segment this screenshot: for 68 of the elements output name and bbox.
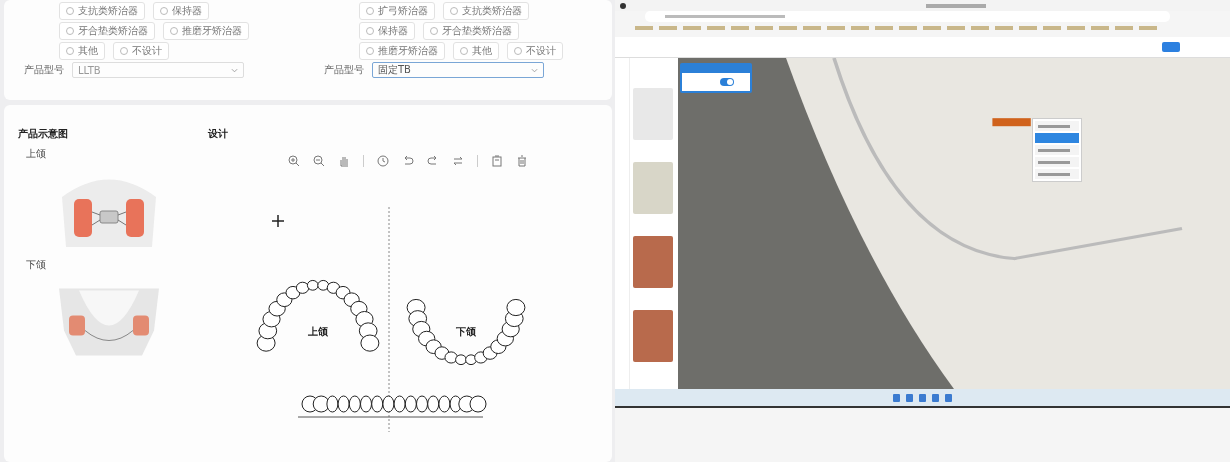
bookmark-item[interactable]	[683, 26, 701, 30]
bookmark-item[interactable]	[1115, 26, 1133, 30]
radio-option[interactable]: 牙合垫类矫治器	[423, 22, 519, 40]
bookmark-item[interactable]	[659, 26, 677, 30]
history-icon[interactable]	[377, 155, 389, 167]
radio-option[interactable]: 推磨牙矫治器	[163, 22, 249, 40]
radio-option[interactable]: 保持器	[153, 2, 209, 20]
bookmark-item[interactable]	[635, 26, 653, 30]
menu-item[interactable]	[1035, 121, 1079, 131]
bookmark-item[interactable]	[1091, 26, 1109, 30]
zoom-out-icon[interactable]	[313, 155, 325, 167]
bookmark-item[interactable]	[875, 26, 893, 30]
clipboard-icon[interactable]	[491, 155, 503, 167]
field-label: 产品型号	[24, 63, 64, 77]
bookmark-item[interactable]	[827, 26, 845, 30]
jaw-label: 上颌	[308, 326, 328, 337]
bookmark-item[interactable]	[779, 26, 797, 30]
chevron-icon	[231, 67, 238, 73]
bookmark-item[interactable]	[923, 26, 941, 30]
radio-option[interactable]: 不设计	[113, 42, 169, 60]
bookmark-item[interactable]	[851, 26, 869, 30]
radio-option[interactable]: 扩弓矫治器	[359, 2, 435, 20]
illegible-title	[926, 3, 986, 8]
radio-option[interactable]: 不设计	[507, 42, 563, 60]
swap-icon[interactable]	[452, 155, 464, 167]
field-label: 产品型号	[324, 63, 364, 77]
bookmark-item[interactable]	[1019, 26, 1037, 30]
jaw-label: 下颌	[26, 258, 46, 272]
section-title: 产品示意图	[18, 127, 68, 141]
bookmark-item[interactable]	[899, 26, 917, 30]
bookmark-item[interactable]	[1139, 26, 1157, 30]
radio-option[interactable]: 牙合垫类矫治器	[59, 22, 155, 40]
menu-item[interactable]	[1035, 169, 1079, 179]
bookmark-item[interactable]	[1043, 26, 1061, 30]
trash-icon[interactable]	[516, 155, 528, 167]
select-field[interactable]: 固定TB	[372, 62, 544, 78]
radio-option[interactable]: 其他	[59, 42, 105, 60]
section-title: 设计	[208, 127, 229, 141]
bookmark-item[interactable]	[731, 26, 749, 30]
radio-option[interactable]: 支抗类矫治器	[59, 2, 145, 20]
dental-chart-drawing[interactable]: 上颌 下颌	[238, 207, 568, 432]
address-bar[interactable]	[645, 11, 1170, 22]
photo-placeholder[interactable]	[633, 162, 673, 214]
photo-placeholder[interactable]	[633, 310, 673, 362]
radio-option[interactable]: 推磨牙矫治器	[359, 42, 445, 60]
select-field[interactable]: LLTB	[72, 62, 244, 78]
bookmark-item[interactable]	[995, 26, 1013, 30]
bookmark-item[interactable]	[971, 26, 989, 30]
hand-icon[interactable]	[338, 155, 350, 167]
photo-placeholder[interactable]	[633, 236, 673, 288]
action-button[interactable]	[1162, 42, 1180, 52]
bookmark-item[interactable]	[1067, 26, 1085, 30]
toggle-switch[interactable]	[720, 78, 734, 86]
menu-item[interactable]	[1035, 145, 1079, 155]
undo-icon[interactable]	[402, 155, 414, 167]
radio-option[interactable]: 支抗类矫治器	[443, 2, 529, 20]
jaw-label: 下颌	[456, 326, 476, 337]
jaw-label: 上颌	[26, 147, 46, 161]
bookmark-item[interactable]	[947, 26, 965, 30]
radio-option[interactable]: 保持器	[359, 22, 415, 40]
redo-icon[interactable]	[427, 155, 439, 167]
bookmark-item[interactable]	[707, 26, 725, 30]
radio-option[interactable]: 其他	[453, 42, 499, 60]
bookmark-item[interactable]	[755, 26, 773, 30]
bookmark-item[interactable]	[803, 26, 821, 30]
zoom-in-icon[interactable]	[288, 155, 300, 167]
chevron-icon	[531, 67, 538, 73]
menu-item[interactable]	[1035, 157, 1079, 167]
